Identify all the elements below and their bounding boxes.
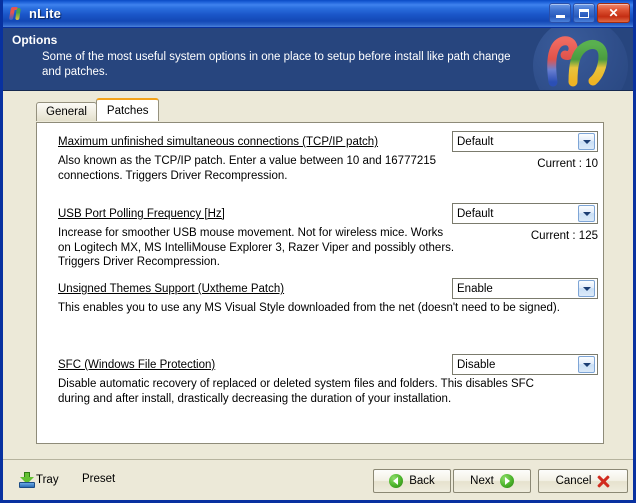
option-select-uxtheme-value: Enable bbox=[457, 282, 493, 295]
option-select-usb[interactable]: Default bbox=[452, 203, 598, 224]
arrow-right-icon bbox=[499, 474, 514, 488]
option-select-usb-value: Default bbox=[457, 207, 494, 220]
option-title-sfc[interactable]: SFC (Windows File Protection) bbox=[58, 359, 215, 371]
arrow-left-icon bbox=[389, 474, 404, 488]
window-controls: ✕ bbox=[549, 3, 630, 23]
option-description-sfc: Disable automatic recovery of replaced o… bbox=[58, 378, 534, 405]
page-title: Options bbox=[12, 33, 58, 47]
tab-patches-label: Patches bbox=[106, 104, 149, 117]
option-description-uxtheme: This enables you to use any MS Visual St… bbox=[58, 302, 560, 314]
page-banner: Options Some of the most useful system o… bbox=[3, 28, 633, 91]
option-select-sfc[interactable]: Disable bbox=[452, 354, 598, 375]
tray-label: Tray bbox=[36, 474, 59, 486]
nlite-window: nLite ✕ Options Some of the most useful … bbox=[0, 0, 636, 503]
preset-label: Preset bbox=[82, 473, 116, 485]
page-subtitle: Some of the most useful system options i… bbox=[42, 51, 511, 78]
chevron-down-icon[interactable] bbox=[578, 133, 595, 150]
footer-bar: Tray Preset Back Next Cancel bbox=[3, 459, 633, 500]
client-area: General Patches Maximum unfinished simul… bbox=[3, 91, 633, 500]
tray-button[interactable]: Tray bbox=[19, 472, 59, 488]
option-select-tcpip-value: Default bbox=[457, 135, 494, 148]
chevron-down-icon[interactable] bbox=[578, 205, 595, 222]
next-label: Next bbox=[470, 475, 494, 487]
option-current-usb: Current : 125 bbox=[530, 230, 598, 242]
option-description-tcpip: Also known as the TCP/IP patch. Enter a … bbox=[58, 155, 437, 182]
maximize-button[interactable] bbox=[573, 3, 595, 23]
option-title-uxtheme[interactable]: Unsigned Themes Support (Uxtheme Patch) bbox=[58, 283, 284, 295]
window-title: nLite bbox=[29, 6, 62, 21]
close-button[interactable]: ✕ bbox=[597, 3, 630, 23]
option-current-tcpip: Current : 10 bbox=[537, 158, 598, 170]
option-description-usb: Increase for smoother USB mouse movement… bbox=[58, 227, 455, 268]
minimize-icon bbox=[555, 15, 565, 18]
tab-patches[interactable]: Patches bbox=[95, 98, 160, 121]
tab-strip: General Patches bbox=[36, 98, 160, 121]
chevron-down-icon[interactable] bbox=[578, 280, 595, 297]
tray-download-icon bbox=[19, 472, 35, 488]
cancel-label: Cancel bbox=[555, 475, 592, 487]
back-label: Back bbox=[409, 475, 435, 487]
chevron-down-icon[interactable] bbox=[578, 356, 595, 373]
tab-general-label: General bbox=[46, 106, 87, 118]
nlite-logo-icon bbox=[8, 5, 25, 22]
next-button[interactable]: Next bbox=[453, 469, 531, 493]
cancel-button[interactable]: Cancel bbox=[538, 469, 628, 493]
preset-button[interactable]: Preset bbox=[82, 473, 115, 485]
title-bar: nLite ✕ bbox=[3, 0, 633, 28]
option-title-usb[interactable]: USB Port Polling Frequency [Hz] bbox=[58, 208, 225, 220]
option-select-uxtheme[interactable]: Enable bbox=[452, 278, 598, 299]
banner-nlite-logo-icon bbox=[527, 28, 633, 90]
patches-panel: Maximum unfinished simultaneous connecti… bbox=[36, 122, 604, 444]
maximize-icon bbox=[579, 8, 589, 18]
tab-general[interactable]: General bbox=[36, 102, 97, 121]
option-title-tcpip[interactable]: Maximum unfinished simultaneous connecti… bbox=[58, 136, 378, 148]
option-select-tcpip[interactable]: Default bbox=[452, 131, 598, 152]
minimize-button[interactable] bbox=[549, 3, 571, 23]
back-button[interactable]: Back bbox=[373, 469, 451, 493]
option-select-sfc-value: Disable bbox=[457, 358, 496, 371]
close-icon: ✕ bbox=[608, 6, 619, 20]
close-x-icon bbox=[597, 474, 611, 488]
